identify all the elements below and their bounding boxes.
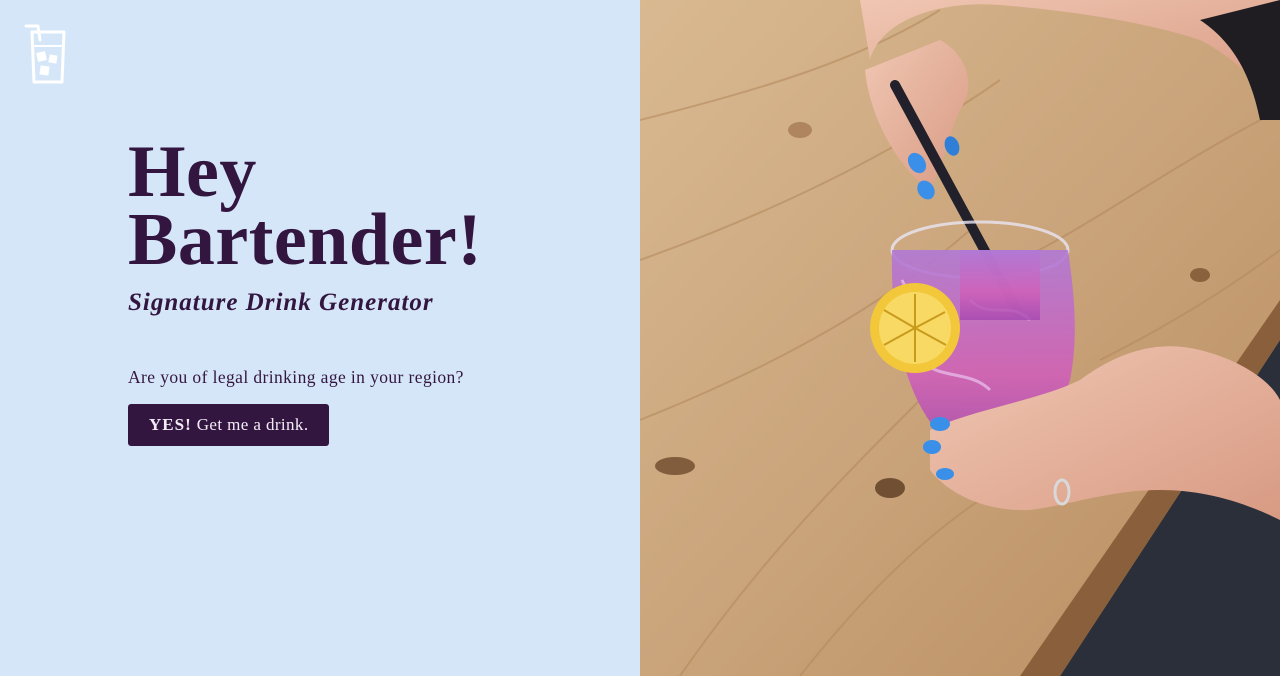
left-panel: Hey Bartender! Signature Drink Generator… (0, 0, 640, 676)
confirm-age-button[interactable]: YES! Get me a drink. (128, 404, 330, 446)
confirm-age-button-label: Get me a drink. (196, 415, 309, 434)
page-title: Hey Bartender! (128, 135, 588, 277)
age-question: Are you of legal drinking age in your re… (128, 367, 464, 387)
hero-content: Hey Bartender! Signature Drink Generator… (128, 135, 588, 446)
confirm-age-button-emphasis: YES! (149, 415, 192, 434)
cocktail-photo (640, 0, 1280, 676)
age-gate-page: Hey Bartender! Signature Drink Generator… (0, 0, 1280, 676)
page-subtitle: Signature Drink Generator (128, 289, 434, 316)
drink-glass-icon (24, 24, 66, 84)
hero-photo-panel (640, 0, 1280, 676)
title-line-2: Bartender! (128, 199, 483, 281)
